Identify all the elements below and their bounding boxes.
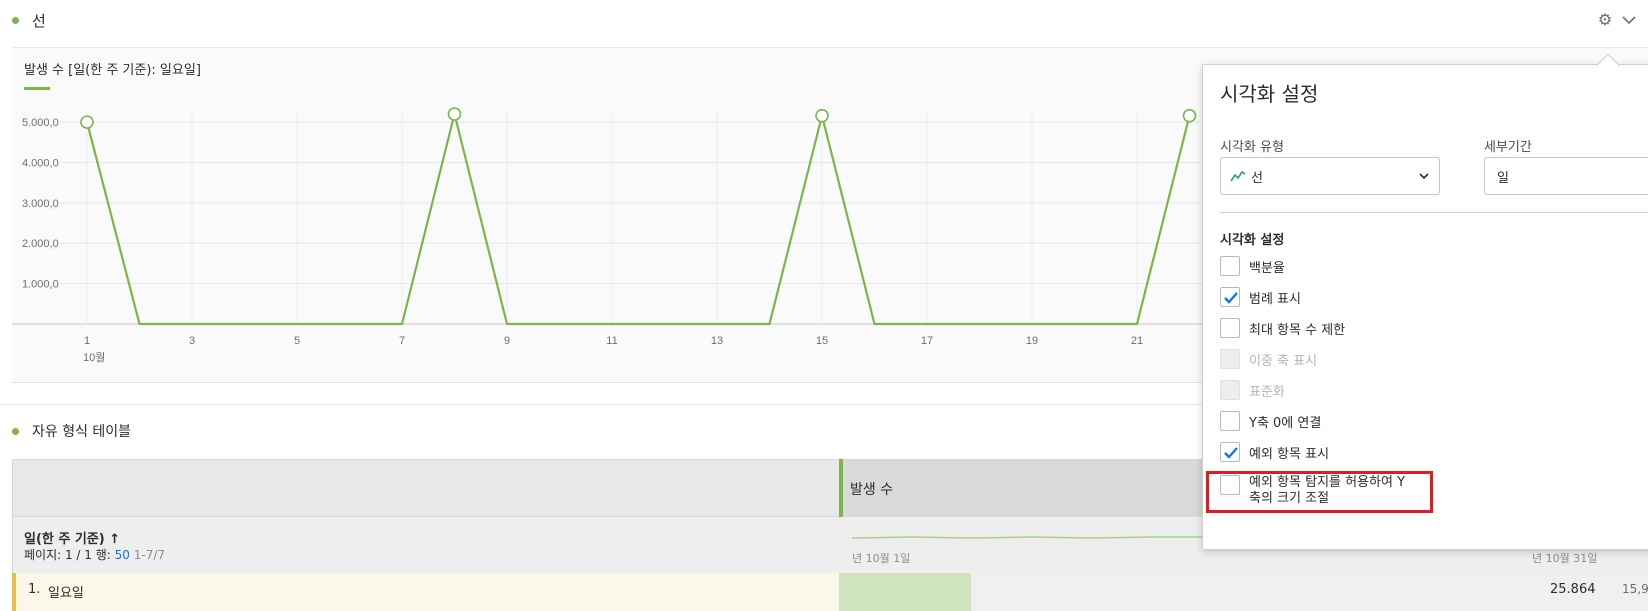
x-tick-label: 13 <box>711 335 723 347</box>
row-value-cell <box>971 573 1648 611</box>
sparkline <box>852 536 1202 539</box>
x-tick-label: 9 <box>504 335 510 347</box>
y-tick-label: 5.000,0 <box>22 117 59 129</box>
percent-checkbox-label: 백분율 <box>1249 261 1285 276</box>
granularity-value: 일 <box>1497 171 1509 186</box>
data-point <box>447 107 462 121</box>
table-panel-title: 자유 형식 테이블 <box>32 424 132 440</box>
normalize-checkbox <box>1220 380 1240 400</box>
x-tick-label: 7 <box>399 335 405 347</box>
y-tick-label: 3.000,0 <box>22 198 59 210</box>
row-range: 1-7/7 <box>133 548 166 562</box>
workspace: 선 ⚙ 발생 수 [일(한 주 기준): 일요일] 5.000,0 4.000,0… <box>0 0 1648 611</box>
popover-divider <box>1220 212 1648 213</box>
x-tick-label: 17 <box>921 335 933 347</box>
anchor-y-zero-checkbox-label: Y축 0에 연결 <box>1249 416 1322 431</box>
show-anomalies-checkbox-label: 예외 항목 표시 <box>1249 447 1330 462</box>
row-percent: 15,9% <box>1622 582 1648 596</box>
dimension-title[interactable]: 일(한 주 기준) ↑ <box>24 528 120 547</box>
y-tick-label: 1.000,0 <box>22 279 59 291</box>
x-tick-label: 11 <box>606 335 617 347</box>
x-tick-label: 21 <box>1131 335 1143 347</box>
dimension-title-text: 일(한 주 기준) <box>24 532 105 547</box>
x-tick-label: 1 <box>84 335 90 347</box>
settings-section-label: 시각화 설정 <box>1220 233 1285 248</box>
table-status-dot <box>12 428 19 435</box>
row-value-bar <box>839 573 971 611</box>
limit-items-checkbox[interactable] <box>1220 318 1240 338</box>
visualization-type-label: 시각화 유형 <box>1220 140 1284 155</box>
sort-arrow-icon[interactable]: ↑ <box>109 532 120 547</box>
visualization-type-value: 선 <box>1251 171 1263 186</box>
x-tick-label: 19 <box>1026 335 1038 347</box>
data-point <box>1182 108 1197 123</box>
show-anomalies-checkbox[interactable] <box>1220 442 1240 462</box>
sparkline-end-label: 년 10월 31일 <box>1532 552 1598 565</box>
series-line <box>85 113 1191 326</box>
x-month-label: 10월 <box>83 351 105 364</box>
sparkline-start-label: 년 10월 1일 <box>852 552 911 565</box>
pagination-info: 페이지: 1 / 1 행: 50 1-7/7 <box>24 546 165 563</box>
row-label: 일요일 <box>48 586 84 601</box>
line-chart-icon <box>1230 170 1246 182</box>
row-value: 25.864 <box>1550 582 1596 597</box>
anchor-y-zero-checkbox[interactable] <box>1220 411 1240 431</box>
popover-title: 시각화 설정 <box>1220 82 1319 106</box>
checkmark-icon <box>1224 292 1238 304</box>
x-tick-label: 15 <box>816 335 828 347</box>
checkmark-icon <box>1224 447 1238 459</box>
metric-column-label: 발생 수 <box>850 482 894 498</box>
x-tick-label: 3 <box>189 335 195 347</box>
highlight-annotation <box>1206 471 1433 513</box>
page-prefix: 페이지: 1 / 1 행: <box>24 548 111 562</box>
percent-checkbox[interactable] <box>1220 256 1240 276</box>
granularity-label: 세부기간 <box>1484 140 1532 155</box>
show-legend-checkbox[interactable] <box>1220 287 1240 307</box>
row-number: 1. <box>28 582 41 597</box>
x-tick-label: 5 <box>294 335 300 347</box>
data-point <box>815 108 829 123</box>
y-tick-label: 4.000,0 <box>22 157 59 169</box>
data-point <box>80 115 94 129</box>
show-legend-checkbox-label: 범례 표시 <box>1249 292 1301 307</box>
dual-axis-checkbox-label: 이중 축 표시 <box>1249 354 1318 369</box>
normalize-checkbox-label: 표준화 <box>1249 385 1285 400</box>
rows-per-page-link[interactable]: 50 <box>115 548 130 562</box>
dual-axis-checkbox <box>1220 349 1240 369</box>
limit-items-checkbox-label: 최대 항목 수 제한 <box>1249 323 1346 338</box>
y-tick-label: 2.000,0 <box>22 238 59 250</box>
chevron-down-icon[interactable] <box>1418 170 1430 182</box>
